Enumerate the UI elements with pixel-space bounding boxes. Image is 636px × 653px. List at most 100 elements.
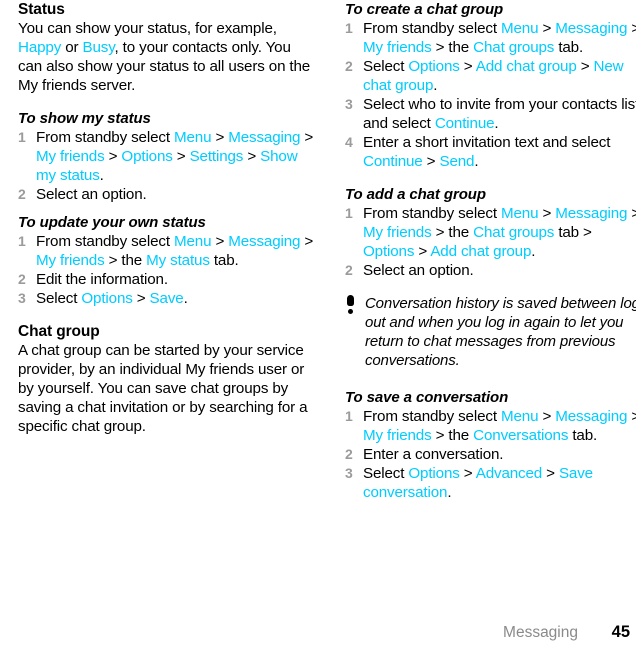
path-separator: > [538, 20, 556, 37]
procedure-step: From standby select Menu > Messaging > M… [18, 232, 318, 270]
procedure-step: From standby select Menu > Messaging > M… [345, 407, 636, 445]
procedure-heading-save-conversation: To save a conversation [345, 389, 509, 406]
path-separator: > [132, 290, 150, 307]
tip-note-text: Conversation history is saved between lo… [365, 295, 636, 369]
section-heading-status: Status [18, 1, 65, 18]
ui-path-token: Options [363, 243, 415, 260]
ui-path-token: My friends [363, 39, 432, 56]
procedure-heading-add-chat-group: To add a chat group [345, 186, 486, 203]
procedure-steps-add-chat-group: From standby select Menu > Messaging > M… [345, 204, 636, 280]
procedure-step: Select an option. [345, 261, 636, 280]
path-separator: > [631, 20, 636, 37]
path-separator: > [631, 205, 636, 222]
path-separator: > [542, 465, 559, 482]
path-separator: > [414, 243, 431, 260]
ui-path-token: Continue [363, 153, 423, 170]
ui-path-token: Add chat group [430, 243, 532, 260]
ui-path-token: Continue [434, 115, 495, 132]
path-separator: > [104, 148, 122, 165]
ui-path-token: Chat groups [473, 39, 555, 56]
ui-path-token: Menu [500, 408, 539, 425]
text-run: tab. [554, 39, 584, 56]
ui-path-token: My friends [36, 252, 105, 269]
ui-path-token: Menu [500, 205, 539, 222]
ui-path-token: Messaging [555, 20, 628, 37]
ui-path-token: My friends [36, 148, 105, 165]
path-separator: > [538, 408, 556, 425]
ui-path-token: Options [121, 148, 173, 165]
ui-path-token: Busy [82, 39, 115, 56]
path-separator: > [422, 153, 440, 170]
text-run: . [494, 115, 499, 132]
text-run: Edit the information. [36, 271, 168, 288]
path-separator: > [459, 465, 476, 482]
path-separator: > the [104, 252, 147, 269]
ui-path-token: Messaging [228, 233, 301, 250]
procedure-steps-show-my-status: From standby select Menu > Messaging > M… [18, 128, 318, 204]
section-heading-chat-group: Chat group [18, 323, 100, 340]
ui-path-token: Happy [18, 39, 62, 56]
procedure-step: Select Options > Save. [18, 289, 318, 308]
text-run: Select an option. [36, 186, 147, 203]
procedure-step: From standby select Menu > Messaging > M… [345, 19, 636, 57]
ui-path-token: Menu [173, 129, 212, 146]
text-run: . [531, 243, 536, 260]
text-run: Select who to invite from your contacts … [363, 96, 636, 132]
procedure-step: Enter a conversation. [345, 445, 636, 464]
procedure-heading-create-chat-group: To create a chat group [345, 1, 504, 18]
path-separator: > [300, 129, 314, 146]
ui-path-token: My friends [363, 427, 432, 444]
ui-path-token: Messaging [228, 129, 301, 146]
tip-note: Conversation history is saved between lo… [345, 294, 636, 370]
text-run: tab > [554, 224, 592, 241]
text-run: Select [363, 465, 409, 482]
text-run: . [433, 77, 438, 94]
text-run: or [61, 39, 83, 56]
procedure-step: Enter a short invitation text and select… [345, 133, 636, 171]
ui-path-token: Add chat group [475, 58, 577, 75]
text-run: From standby select [363, 205, 501, 222]
text-run: . [99, 167, 104, 184]
text-run: . [474, 153, 479, 170]
manual-page: Status You can show your status, for exa… [0, 0, 636, 653]
ui-path-token: Menu [173, 233, 212, 250]
status-description: You can show your status, for example, H… [18, 19, 318, 95]
text-run: Select [36, 290, 82, 307]
text-run: tab. [568, 427, 598, 444]
path-separator: > [243, 148, 261, 165]
path-separator: > the [431, 39, 474, 56]
text-run: From standby select [363, 408, 501, 425]
procedure-step: Edit the information. [18, 270, 318, 289]
path-separator: > [211, 129, 229, 146]
text-run: You can show your status, for example, [18, 20, 277, 37]
path-separator: > [459, 58, 476, 75]
procedure-step: Select Options > Add chat group > New ch… [345, 57, 636, 95]
procedure-steps-create-chat-group: From standby select Menu > Messaging > M… [345, 19, 636, 171]
procedure-heading-update-own-status: To update your own status [18, 214, 206, 231]
text-run: From standby select [36, 129, 174, 146]
ui-path-token: My friends [363, 224, 432, 241]
text-run: From standby select [36, 233, 174, 250]
text-run: . [183, 290, 188, 307]
procedure-step: Select Options > Advanced > Save convers… [345, 464, 636, 502]
footer-page-number: 45 [611, 623, 630, 641]
procedure-step: Select who to invite from your contacts … [345, 95, 636, 133]
text-run: From standby select [363, 20, 501, 37]
text-run: Select an option. [363, 262, 474, 279]
text-run: . [447, 484, 452, 501]
path-separator: > [631, 408, 636, 425]
ui-path-token: Send [439, 153, 475, 170]
path-separator: > the [431, 224, 474, 241]
ui-path-token: Options [81, 290, 133, 307]
ui-path-token: Menu [500, 20, 539, 37]
ui-path-token: Advanced [475, 465, 543, 482]
procedure-step: Select an option. [18, 185, 318, 204]
text-run: Select [363, 58, 409, 75]
ui-path-token: Save [149, 290, 184, 307]
ui-path-token: Chat groups [473, 224, 555, 241]
